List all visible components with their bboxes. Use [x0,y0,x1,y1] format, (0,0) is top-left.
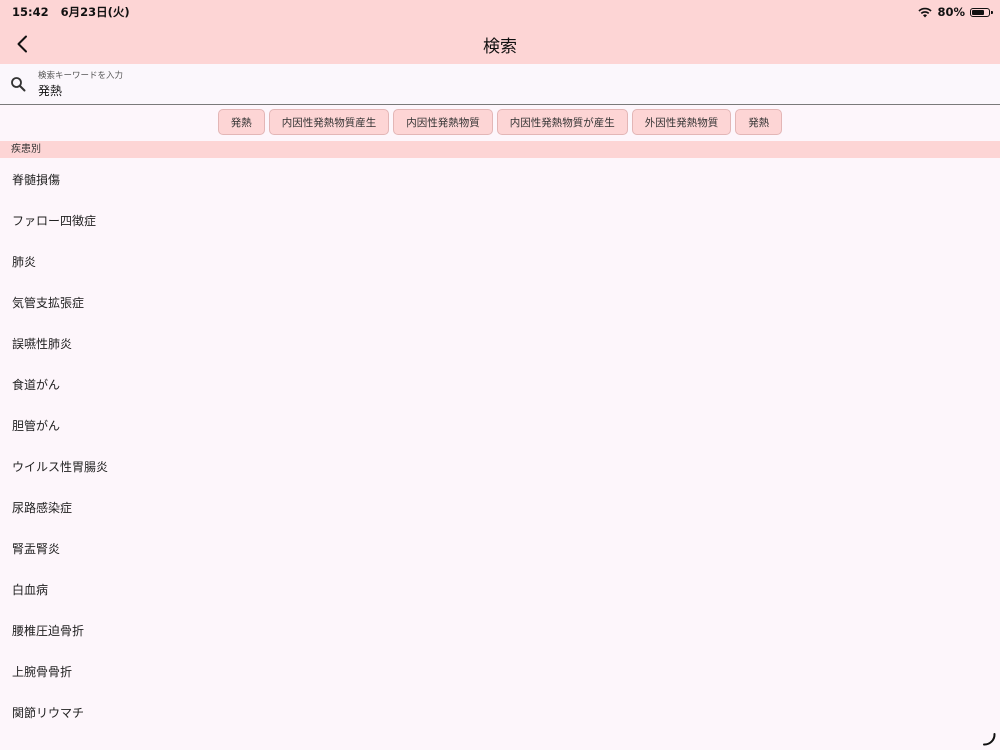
list-item[interactable]: 上腕骨骨折 [0,651,1000,692]
status-bar-left: 15:42 6月23日(火) [12,4,130,20]
battery-icon [970,7,993,17]
list-item[interactable]: ファロー四徴症 [0,200,1000,241]
keyword-chip[interactable]: 内因性発熱物質 [393,109,493,135]
list-item[interactable]: 関節リウマチ [0,692,1000,733]
search-input[interactable]: 発熱 [38,82,62,99]
keyword-chip[interactable]: 発熱 [735,109,783,135]
battery-percent: 80% [937,5,965,19]
status-bar-right: 80% [918,3,993,21]
keyword-chips: 発熱 内因性発熱物質産生 内因性発熱物質 内因性発熱物質が産生 外因性発熱物質 … [0,109,1000,137]
list-item[interactable]: 白血病 [0,569,1000,610]
battery-fill [972,9,984,15]
list-item[interactable]: 胆管がん [0,405,1000,446]
keyword-chip[interactable]: 内因性発熱物質が産生 [496,109,628,135]
list-item[interactable]: 腎盂腎炎 [0,528,1000,569]
header-bar: 15:42 6月23日(火) 80% 検索 [0,0,1000,64]
search-label: 検索キーワードを入力 [38,71,124,81]
list-item[interactable]: 腰椎圧迫骨折 [0,610,1000,651]
result-list: 脊髄損傷 ファロー四徴症 肺炎 気管支拡張症 誤嚥性肺炎 食道がん 胆管がん ウ… [0,159,1000,733]
list-item[interactable]: 脊髄損傷 [0,159,1000,200]
keyword-chip[interactable]: 内因性発熱物質産生 [268,109,390,135]
search-icon [11,77,26,92]
loading-spinner-icon [983,733,996,746]
list-item[interactable]: ウイルス性胃腸炎 [0,446,1000,487]
list-item[interactable]: 気管支拡張症 [0,282,1000,323]
keyword-chip[interactable]: 外因性発熱物質 [631,109,732,135]
list-item[interactable]: 肺炎 [0,241,1000,282]
wifi-icon [918,7,933,17]
section-header: 疾患別 [0,141,1000,158]
status-time: 15:42 [12,5,49,19]
list-item[interactable]: 食道がん [0,364,1000,405]
search-field[interactable]: 検索キーワードを入力 発熱 [0,64,1000,105]
list-item[interactable]: 尿路感染症 [0,487,1000,528]
keyword-chip[interactable]: 発熱 [217,109,265,135]
page-title: 検索 [483,37,517,57]
list-item[interactable]: 誤嚥性肺炎 [0,323,1000,364]
status-date: 6月23日(火) [60,5,130,19]
